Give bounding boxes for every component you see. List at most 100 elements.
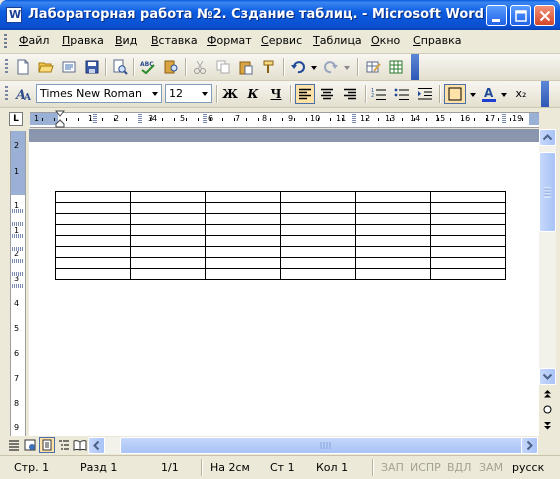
- underline-button[interactable]: Ч: [266, 85, 286, 103]
- tab-selector-button[interactable]: L: [9, 112, 23, 126]
- status-section[interactable]: Разд 1: [80, 461, 117, 474]
- table-cell[interactable]: [130, 224, 206, 236]
- minimize-button[interactable]: [486, 5, 507, 26]
- styles-icon[interactable]: AA: [14, 85, 32, 103]
- table-cell[interactable]: [430, 246, 506, 258]
- table-cell[interactable]: [280, 246, 356, 258]
- menu-edit[interactable]: Правка: [62, 34, 104, 47]
- row-marker[interactable]: [12, 222, 23, 226]
- toolbar-grip[interactable]: [5, 86, 8, 102]
- formatting-toolbar-options-chevron[interactable]: [541, 81, 549, 107]
- menu-table[interactable]: Таблица: [313, 34, 362, 47]
- font-color-dropdown-icon[interactable]: [501, 93, 507, 97]
- table-cell[interactable]: [55, 213, 131, 225]
- column-marker[interactable]: [352, 114, 356, 124]
- column-marker[interactable]: [502, 114, 506, 124]
- table-cell[interactable]: [430, 202, 506, 214]
- menu-grip[interactable]: [4, 34, 7, 49]
- print-preview-icon[interactable]: [111, 58, 129, 76]
- table-row[interactable]: [55, 268, 506, 280]
- table-cell[interactable]: [130, 191, 206, 203]
- status-page[interactable]: Стр. 1: [14, 461, 49, 474]
- new-document-icon[interactable]: [14, 58, 32, 76]
- table-cell[interactable]: [55, 191, 131, 203]
- horizontal-ruler[interactable]: 1123456789101112131415161719: [30, 112, 539, 128]
- table-cell[interactable]: [55, 224, 131, 236]
- menu-window[interactable]: Окно: [371, 34, 400, 47]
- status-line[interactable]: Ст 1: [270, 461, 295, 474]
- tables-and-borders-icon[interactable]: [364, 58, 382, 76]
- row-marker[interactable]: [12, 209, 23, 213]
- vertical-scroll-thumb[interactable]: [539, 152, 556, 232]
- numbered-list-icon[interactable]: 12: [370, 85, 388, 103]
- table-cell[interactable]: [430, 235, 506, 247]
- title-bar[interactable]: W Лабораторная работа №2. Сздание таблиц…: [0, 0, 560, 30]
- table-cell[interactable]: [280, 213, 356, 225]
- scroll-down-button[interactable]: [539, 368, 556, 385]
- font-name-dropdown-icon[interactable]: [149, 85, 161, 102]
- row-marker[interactable]: [12, 284, 23, 288]
- table-cell[interactable]: [430, 268, 506, 280]
- table-row[interactable]: [55, 257, 506, 269]
- toolbar-options-chevron[interactable]: [411, 54, 419, 80]
- menu-insert[interactable]: Вставка: [151, 34, 198, 47]
- format-painter-icon[interactable]: [260, 58, 278, 76]
- row-marker[interactable]: [12, 234, 23, 238]
- table-cell[interactable]: [55, 235, 131, 247]
- menu-tools[interactable]: Сервис: [261, 34, 302, 47]
- table-cell[interactable]: [205, 235, 281, 247]
- table-cell[interactable]: [130, 257, 206, 269]
- research-icon[interactable]: [162, 58, 180, 76]
- align-right-icon[interactable]: [341, 85, 359, 103]
- scroll-up-button[interactable]: [539, 129, 556, 146]
- table-cell[interactable]: [280, 257, 356, 269]
- outline-view-icon[interactable]: [56, 437, 72, 453]
- table-cell[interactable]: [355, 235, 431, 247]
- vertical-ruler[interactable]: 211123456789: [10, 131, 26, 436]
- status-track-changes[interactable]: ИСПР: [410, 461, 441, 474]
- status-extend[interactable]: ВДЛ: [447, 461, 471, 474]
- status-overtype[interactable]: ЗАМ: [479, 461, 503, 474]
- table-cell[interactable]: [355, 202, 431, 214]
- table-cell[interactable]: [130, 202, 206, 214]
- table-row[interactable]: [55, 246, 506, 258]
- table-cell[interactable]: [280, 235, 356, 247]
- table-cell[interactable]: [355, 191, 431, 203]
- redo-dropdown-icon[interactable]: [344, 66, 350, 70]
- close-button[interactable]: [534, 5, 555, 26]
- table-row[interactable]: [55, 235, 506, 247]
- table-cell[interactable]: [55, 257, 131, 269]
- reading-layout-view-icon[interactable]: [72, 437, 88, 453]
- column-marker[interactable]: [93, 114, 97, 124]
- font-name-combo[interactable]: Times New Roman: [36, 84, 162, 103]
- table-cell[interactable]: [205, 202, 281, 214]
- table-cell[interactable]: [430, 257, 506, 269]
- table-cell[interactable]: [130, 235, 206, 247]
- table-cell[interactable]: [205, 246, 281, 258]
- copy-icon[interactable]: [214, 58, 232, 76]
- menu-view[interactable]: Вид: [115, 34, 137, 47]
- table-cell[interactable]: [430, 191, 506, 203]
- table-cell[interactable]: [280, 268, 356, 280]
- align-center-icon[interactable]: [318, 85, 336, 103]
- row-marker[interactable]: [12, 247, 23, 251]
- italic-button[interactable]: К: [243, 85, 263, 103]
- status-column[interactable]: Кол 1: [316, 461, 348, 474]
- paste-icon[interactable]: [237, 58, 255, 76]
- redo-icon[interactable]: [322, 58, 340, 76]
- table-cell[interactable]: [205, 191, 281, 203]
- column-marker[interactable]: [138, 114, 142, 124]
- permission-icon[interactable]: [60, 58, 78, 76]
- toolbar-grip[interactable]: [5, 59, 8, 75]
- document-page[interactable]: [29, 142, 539, 437]
- table-cell[interactable]: [280, 191, 356, 203]
- undo-dropdown-icon[interactable]: [311, 66, 317, 70]
- table-cell[interactable]: [355, 246, 431, 258]
- subscript-button[interactable]: x₂: [511, 85, 531, 103]
- table-cell[interactable]: [55, 246, 131, 258]
- cut-icon[interactable]: [191, 58, 209, 76]
- table-cell[interactable]: [280, 202, 356, 214]
- insert-excel-icon[interactable]: [387, 58, 405, 76]
- spelling-icon[interactable]: ABC: [139, 58, 157, 76]
- table-cell[interactable]: [205, 257, 281, 269]
